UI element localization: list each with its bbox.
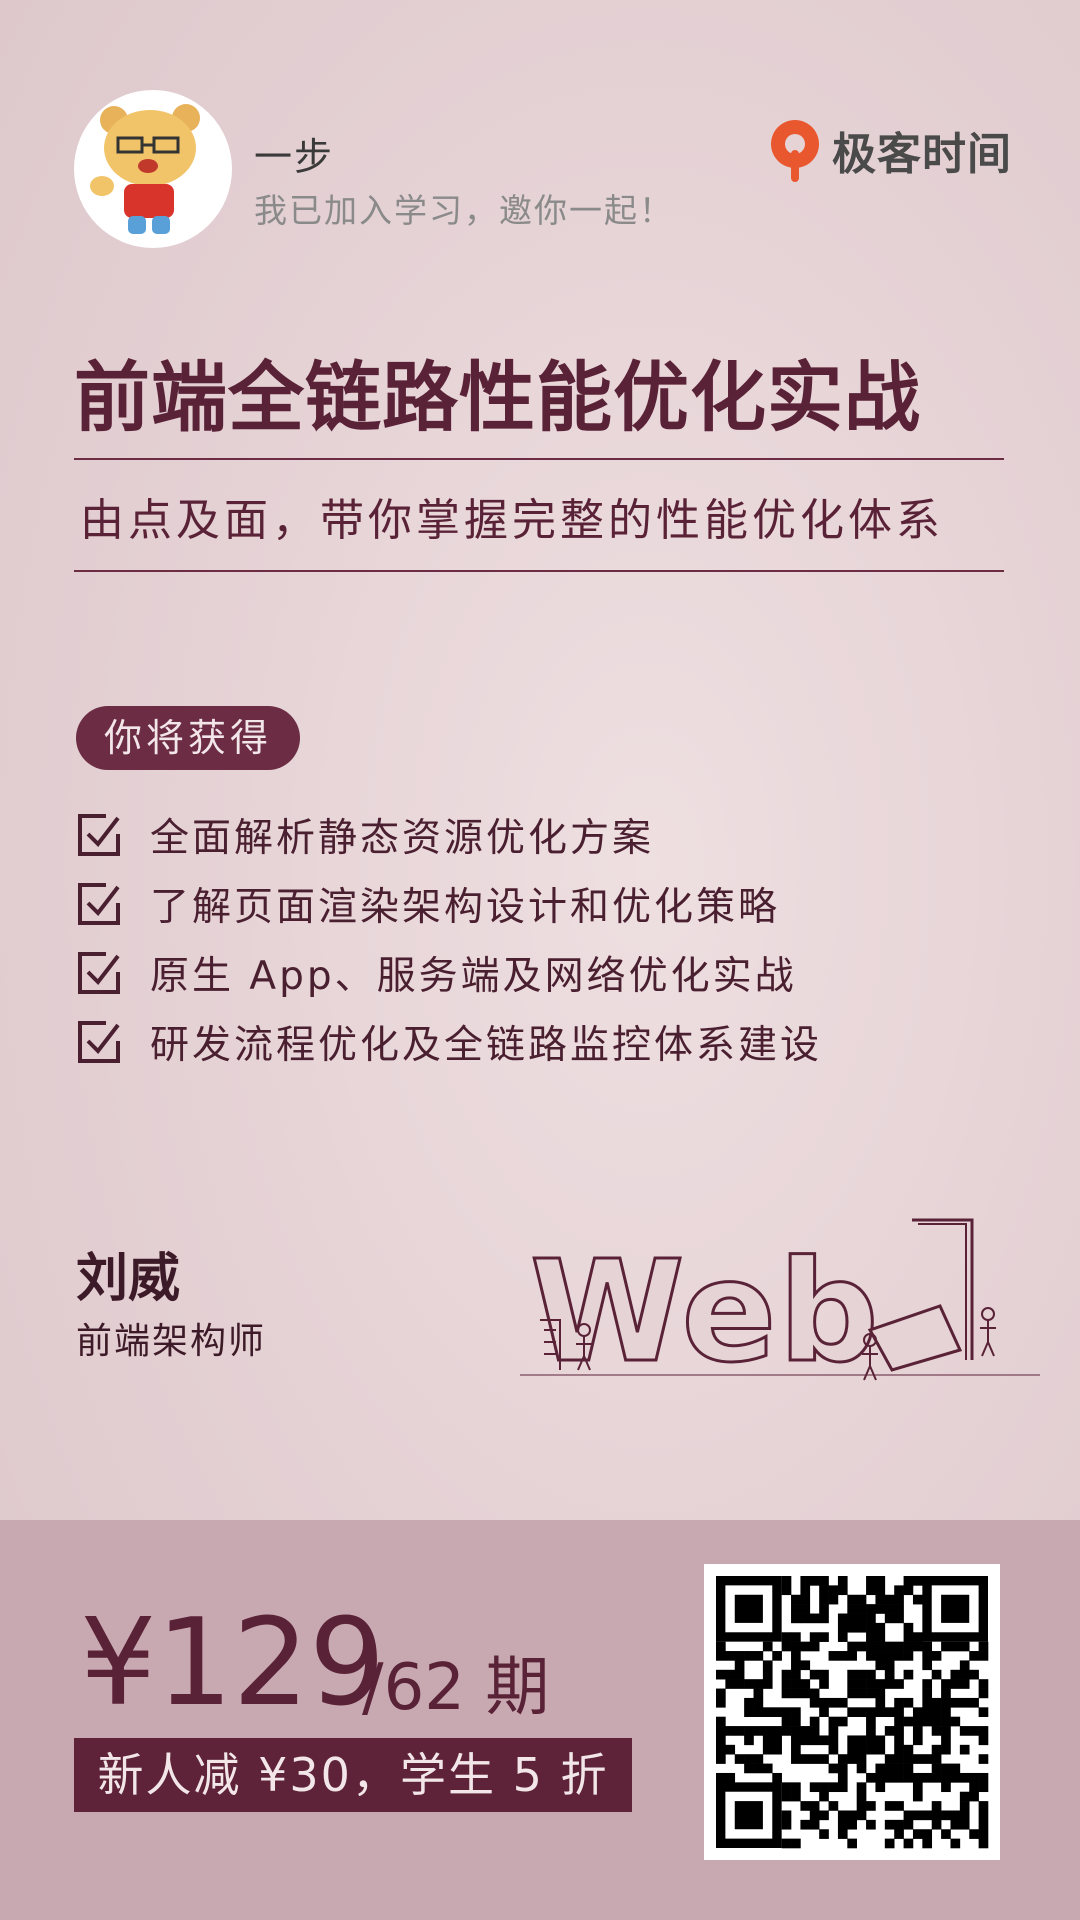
checkbox-icon	[78, 813, 120, 856]
qr-code[interactable]	[704, 1564, 1000, 1860]
title-divider-bottom	[74, 570, 1004, 572]
checkbox-icon	[78, 882, 120, 925]
checkbox-icon	[78, 951, 120, 994]
gain-item: 了解页面渲染架构设计和优化策略	[76, 869, 822, 938]
price: ¥129	[80, 1594, 386, 1733]
course-subtitle: 由点及面，带你掌握完整的性能优化体系	[80, 495, 944, 546]
author-name: 刘威	[76, 1249, 181, 1309]
crate-icon	[867, 1304, 963, 1372]
gain-text: 全面解析静态资源优化方案	[150, 815, 655, 861]
geektime-logo-icon	[771, 120, 819, 182]
promo-banner: 新人减 ¥30，学生 5 折	[74, 1738, 632, 1812]
illustration-web-word: Web	[530, 1231, 881, 1390]
brand: 极客时间	[768, 116, 1012, 184]
gain-text: 原生 App、服务端及网络优化实战	[150, 953, 797, 999]
bear-avatar-icon	[90, 104, 200, 234]
gains-label: 你将获得	[76, 706, 301, 770]
worker-icon	[980, 1320, 996, 1357]
gain-item: 研发流程优化及全链路监控体系建设	[76, 1007, 822, 1076]
lesson-count: /62 期	[362, 1651, 550, 1725]
avatar	[74, 90, 232, 248]
author-title: 前端架构师	[76, 1321, 267, 1362]
user-name: 一步	[254, 135, 335, 179]
gains-list: 全面解析静态资源优化方案 了解页面渲染架构设计和优化策略 原生 App、服务端及…	[76, 800, 822, 1076]
invite-message: 我已加入学习，邀你一起！	[254, 191, 674, 230]
course-title: 前端全链路性能优化实战	[74, 353, 921, 442]
checkbox-icon	[78, 1020, 120, 1063]
gain-text: 了解页面渲染架构设计和优化策略	[150, 884, 781, 930]
gain-item: 原生 App、服务端及网络优化实战	[76, 938, 822, 1007]
brand-name: 极客时间	[832, 129, 1012, 180]
qr-code-icon	[716, 1576, 989, 1849]
gain-item: 全面解析静态资源优化方案	[76, 800, 822, 869]
title-divider-top	[74, 458, 1004, 460]
web-illustration: Web	[520, 1218, 1040, 1390]
gain-text: 研发流程优化及全链路监控体系建设	[150, 1022, 823, 1068]
